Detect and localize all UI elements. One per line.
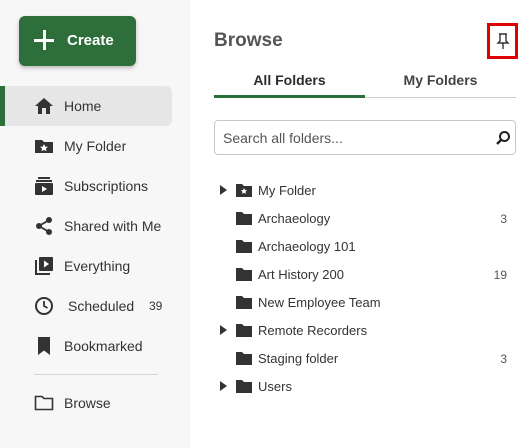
folder-count: 3: [500, 212, 507, 226]
sidebar-item-subscriptions[interactable]: Subscriptions: [0, 166, 172, 206]
folder-row-archaeology[interactable]: Archaeology 3: [220, 205, 520, 231]
folder-row-archaeology-101[interactable]: Archaeology 101: [220, 233, 520, 259]
expand-caret-icon[interactable]: [220, 185, 227, 195]
search-input[interactable]: [223, 129, 483, 147]
sidebar-item-label: Bookmarked: [64, 338, 143, 354]
clock-icon: [35, 297, 53, 315]
sidebar-item-home[interactable]: Home: [0, 86, 172, 126]
folder-icon: [236, 352, 252, 365]
folder-row-art-history-200[interactable]: Art History 200 19: [220, 261, 520, 287]
folder-row-new-employee-team[interactable]: New Employee Team: [220, 289, 520, 315]
sidebar-item-everything[interactable]: Everything: [0, 246, 172, 286]
folder-icon: [236, 324, 252, 337]
sidebar-item-label: Home: [64, 98, 102, 114]
folder-icon: [236, 380, 252, 393]
folder-name: Archaeology: [258, 211, 331, 226]
create-button-label: Create: [67, 32, 114, 49]
folder-name: Staging folder: [258, 351, 339, 366]
sidebar-item-scheduled[interactable]: Scheduled 39: [0, 286, 172, 326]
folder-name: Remote Recorders: [258, 323, 368, 338]
sidebar-item-my-folder[interactable]: My Folder: [0, 126, 172, 166]
folder-row-my-folder[interactable]: My Folder: [220, 177, 520, 203]
scheduled-count: 39: [149, 299, 163, 313]
folder-name: Users: [258, 379, 292, 394]
sidebar-item-shared-with-me[interactable]: Shared with Me: [0, 206, 172, 246]
plus-icon: [33, 29, 55, 51]
pin-button[interactable]: [487, 23, 518, 59]
sidebar-item-label: My Folder: [64, 138, 127, 154]
star-folder-icon: [35, 140, 53, 153]
folder-icon: [236, 296, 252, 309]
create-button[interactable]: Create: [19, 16, 136, 66]
folder-row-staging-folder[interactable]: Staging folder 3: [220, 345, 520, 371]
sidebar-item-label: Shared with Me: [64, 218, 162, 234]
search-box: [214, 120, 516, 155]
folder-name: Archaeology 101: [258, 239, 356, 254]
sidebar-item-label: Subscriptions: [64, 178, 149, 194]
star-folder-icon: [236, 184, 252, 197]
subscriptions-icon: [35, 177, 53, 195]
sidebar-item-label: Everything: [64, 258, 131, 274]
folder-row-remote-recorders[interactable]: Remote Recorders: [220, 317, 520, 343]
folder-count: 19: [493, 268, 507, 282]
share-icon: [36, 217, 52, 235]
folder-icon: [236, 212, 252, 225]
home-icon: [35, 98, 53, 114]
folder-icon: [236, 240, 252, 253]
folder-outline-icon: [34, 395, 54, 411]
sidebar: Create Home My Folder Subscriptions Shar…: [0, 0, 190, 448]
search-icon[interactable]: [495, 130, 511, 146]
expand-caret-icon[interactable]: [220, 381, 227, 391]
folder-row-users[interactable]: Users: [220, 373, 520, 399]
bookmark-icon: [38, 337, 50, 355]
sidebar-item-bookmarked[interactable]: Bookmarked: [0, 326, 172, 366]
tab-all-folders[interactable]: All Folders: [214, 72, 365, 98]
folder-name: My Folder: [258, 183, 316, 198]
folder-name: Art History 200: [258, 267, 344, 282]
tab-my-folders[interactable]: My Folders: [365, 72, 516, 98]
folder-icon: [236, 268, 252, 281]
page-title: Browse: [214, 30, 283, 51]
play-library-icon: [35, 257, 53, 275]
pin-icon: [496, 33, 510, 49]
browse-panel: Browse All Folders My Folders My Folder …: [190, 0, 531, 448]
expand-caret-icon[interactable]: [220, 325, 227, 335]
sidebar-item-label: Scheduled: [68, 298, 135, 314]
sidebar-item-browse[interactable]: Browse: [0, 383, 172, 423]
sidebar-divider: [34, 374, 158, 375]
folder-count: 3: [500, 352, 507, 366]
sidebar-item-label: Browse: [64, 395, 111, 411]
folder-name: New Employee Team: [258, 295, 381, 310]
